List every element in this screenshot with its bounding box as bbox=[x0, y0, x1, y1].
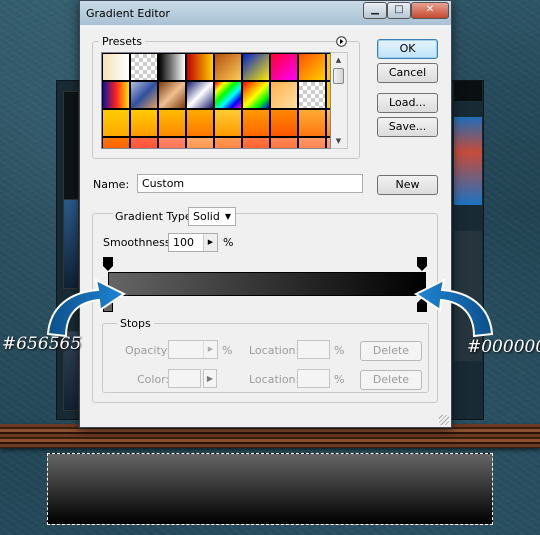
title-bar[interactable]: Gradient Editor ▁ □ ✕ bbox=[80, 1, 451, 25]
gradient-preset-swatch[interactable] bbox=[102, 109, 130, 137]
background-right-slot bbox=[454, 81, 482, 101]
gradient-preset-swatch[interactable] bbox=[298, 53, 326, 81]
background-left-slot bbox=[63, 91, 79, 211]
swatch-grid bbox=[102, 53, 330, 148]
scroll-down-arrow-icon[interactable]: ▼ bbox=[331, 134, 346, 148]
color-swatch-field[interactable] bbox=[168, 369, 201, 388]
delete-color-stop-button[interactable]: Delete bbox=[360, 370, 422, 390]
smoothness-unit: % bbox=[223, 236, 234, 249]
gradient-preset-swatch[interactable] bbox=[102, 53, 130, 81]
smoothness-label: Smoothness: bbox=[103, 236, 175, 249]
smoothness-value: 100 bbox=[173, 236, 194, 249]
opacity-stop-right[interactable] bbox=[417, 257, 427, 271]
minimize-button[interactable]: ▁ bbox=[363, 2, 387, 19]
gradient-type-select[interactable]: Solid ▼ bbox=[188, 207, 236, 226]
right-hex-annotation: #000000 bbox=[467, 337, 540, 357]
color-label: Color: bbox=[137, 373, 170, 386]
gradient-preset-swatch[interactable] bbox=[158, 53, 186, 81]
left-annotation-arrow-icon bbox=[46, 278, 126, 338]
delete-opacity-stop-button[interactable]: Delete bbox=[360, 341, 422, 361]
window-title: Gradient Editor bbox=[86, 7, 170, 20]
gradient-preset-swatch[interactable] bbox=[298, 137, 326, 148]
gradient-preset-swatch[interactable] bbox=[130, 53, 158, 81]
gradient-preset-swatch[interactable] bbox=[158, 109, 186, 137]
load-button[interactable]: Load... bbox=[377, 93, 438, 113]
gradient-preset-swatch[interactable] bbox=[186, 109, 214, 137]
color-location-label: Location: bbox=[249, 373, 300, 386]
opacity-location-label: Location: bbox=[249, 344, 300, 357]
name-label: Name: bbox=[93, 178, 130, 191]
scroll-thumb[interactable] bbox=[333, 68, 344, 84]
opacity-label: Opacity: bbox=[125, 344, 171, 357]
presets-scrollbar[interactable]: ▲ ▼ bbox=[331, 52, 348, 149]
gradient-preset-swatch[interactable] bbox=[270, 109, 298, 137]
gradient-type-label: Gradient Type: bbox=[113, 210, 198, 223]
gradient-preset-swatch[interactable] bbox=[214, 137, 242, 148]
maximize-button[interactable]: □ bbox=[387, 2, 411, 19]
gradient-preset-swatch[interactable] bbox=[270, 53, 298, 81]
gradient-preset-swatch[interactable] bbox=[270, 137, 298, 148]
gradient-preset-swatch[interactable] bbox=[242, 137, 270, 148]
background-right-panel bbox=[450, 80, 484, 420]
gradient-preset-swatch[interactable] bbox=[186, 53, 214, 81]
ok-button[interactable]: OK bbox=[377, 39, 438, 59]
save-button[interactable]: Save... bbox=[377, 117, 438, 137]
gradient-preset-swatch[interactable] bbox=[186, 137, 214, 148]
gradient-preset-swatch[interactable] bbox=[242, 81, 270, 109]
presets-legend: Presets bbox=[99, 35, 146, 48]
smoothness-slider-arrow-icon[interactable]: ▶ bbox=[203, 234, 217, 251]
gradient-preset-swatch[interactable] bbox=[158, 137, 186, 148]
left-hex-annotation: #656565 bbox=[2, 334, 82, 354]
presets-swatch-list[interactable] bbox=[101, 52, 331, 149]
gradient-preset-swatch[interactable] bbox=[130, 81, 158, 109]
scroll-up-arrow-icon[interactable]: ▲ bbox=[331, 53, 346, 67]
gradient-preset-swatch[interactable] bbox=[130, 137, 158, 148]
background-right-thumbnail bbox=[454, 117, 482, 205]
smoothness-field[interactable]: 100 ▶ bbox=[168, 233, 218, 252]
opacity-field[interactable]: ▶ bbox=[168, 340, 218, 359]
gradient-type-value: Solid bbox=[193, 210, 220, 223]
chevron-down-icon: ▼ bbox=[224, 212, 231, 221]
opacity-location-field[interactable] bbox=[297, 340, 330, 359]
opacity-stop-left[interactable] bbox=[103, 257, 113, 271]
gradient-preset-swatch[interactable] bbox=[214, 109, 242, 137]
close-button[interactable]: ✕ bbox=[411, 2, 449, 19]
gradient-preset-swatch[interactable] bbox=[298, 81, 326, 109]
name-field[interactable]: Custom bbox=[137, 174, 363, 193]
color-location-unit: % bbox=[334, 373, 345, 386]
gradient-preset-swatch[interactable] bbox=[214, 81, 242, 109]
gradient-preset-swatch[interactable] bbox=[270, 81, 298, 109]
gradient-editor-dialog: Gradient Editor ▁ □ ✕ Presets ▲ ▼ OK Can… bbox=[79, 0, 452, 428]
opacity-slider-arrow-icon[interactable]: ▶ bbox=[203, 341, 217, 358]
gradient-bar[interactable] bbox=[108, 272, 426, 296]
color-picker-arrow-icon[interactable]: ▶ bbox=[203, 369, 217, 388]
gradient-preset-swatch[interactable] bbox=[242, 53, 270, 81]
opacity-unit: % bbox=[222, 344, 233, 357]
gradient-preset-swatch[interactable] bbox=[102, 81, 130, 109]
gradient-preset-swatch[interactable] bbox=[298, 109, 326, 137]
new-button[interactable]: New bbox=[377, 175, 438, 195]
cancel-button[interactable]: Cancel bbox=[377, 63, 438, 83]
presets-menu-icon[interactable] bbox=[336, 36, 347, 47]
gradient-preset-swatch[interactable] bbox=[102, 137, 130, 148]
resize-grip-icon[interactable] bbox=[439, 415, 449, 425]
gradient-preset-swatch[interactable] bbox=[158, 81, 186, 109]
right-annotation-arrow-icon bbox=[414, 278, 494, 338]
gradient-preset-swatch[interactable] bbox=[130, 109, 158, 137]
opacity-location-unit: % bbox=[334, 344, 345, 357]
color-location-field[interactable] bbox=[297, 369, 330, 388]
gradient-preview-bar bbox=[47, 453, 493, 525]
gradient-preset-swatch[interactable] bbox=[186, 81, 214, 109]
gradient-preset-swatch[interactable] bbox=[242, 109, 270, 137]
gradient-preset-swatch[interactable] bbox=[214, 53, 242, 81]
